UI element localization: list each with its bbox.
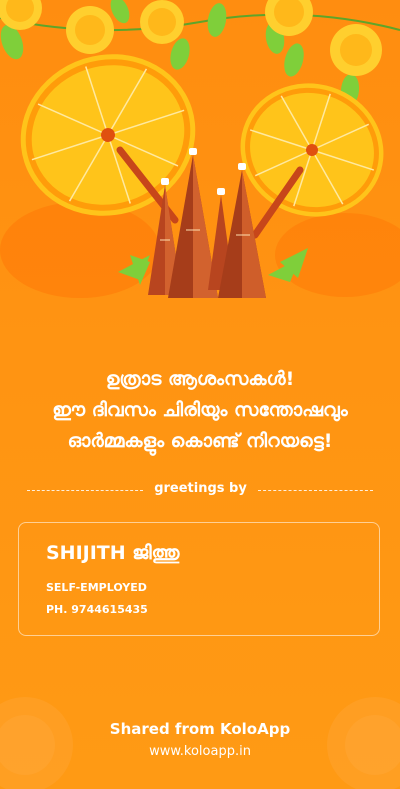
sender-role: SELF-EMPLOYED	[46, 581, 147, 594]
marigold-flowers	[0, 0, 382, 76]
sender-phone: PH. 9744615435	[46, 603, 148, 616]
app-url-link[interactable]: www.koloapp.in	[0, 744, 400, 759]
corner-flower-left	[0, 697, 73, 789]
onam-illustration	[0, 0, 400, 298]
corner-flower-right	[327, 697, 400, 789]
right-umbrella	[240, 83, 384, 217]
divider-line-left	[27, 490, 143, 491]
greeting-message: ഉത്രാട ആശംസകൾ! ഈ ദിവസം ചിരിയും സന്തോഷവും…	[0, 364, 400, 457]
divider-line-right	[258, 490, 373, 491]
greeting-line-2: ഈ ദിവസം ചിരിയും സന്തോഷവും	[52, 399, 348, 421]
greetings-by-label: greetings by	[154, 481, 247, 496]
greeting-line-1: ഉത്രാട ആശംസകൾ!	[105, 368, 295, 390]
greeting-card: ഉത്രാട ആശംസകൾ! ഈ ദിവസം ചിരിയും സന്തോഷവും…	[0, 0, 400, 789]
greetings-by-divider: greetings by	[0, 480, 400, 500]
shared-from-label: Shared from KoloApp	[109, 720, 291, 738]
greeting-line-3: ഓർമ്മകളും കൊണ്ട് നിറയട്ടെ!	[67, 430, 333, 452]
sender-name: SHIJITH ജിത്തു	[46, 542, 180, 564]
sender-card: SHIJITH ജിത്തു SELF-EMPLOYED PH. 9744615…	[18, 522, 380, 636]
